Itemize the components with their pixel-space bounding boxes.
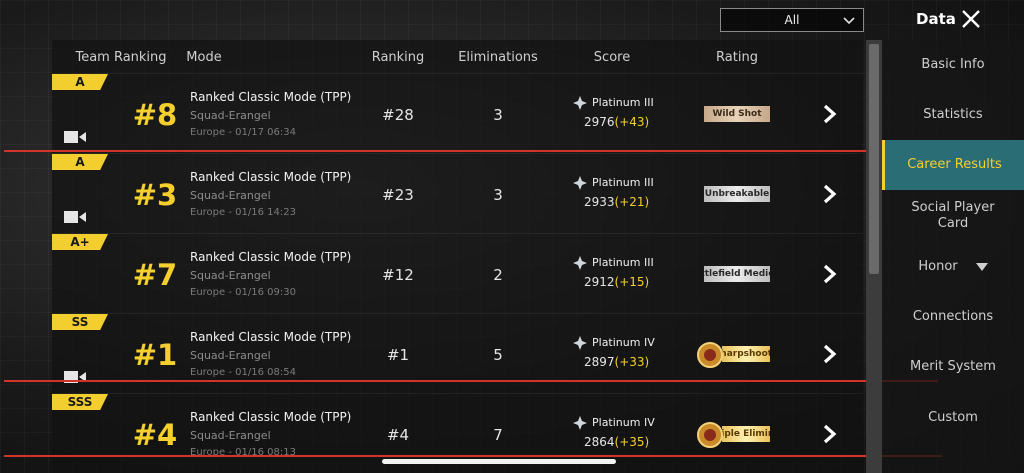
table-row[interactable]: A #3 Ranked Classic Mode (TPP) Squad-Era…: [52, 153, 863, 233]
tier-label: Platinum IV: [592, 336, 655, 349]
tier-label: Platinum III: [592, 176, 654, 189]
chevron-down-icon: [843, 17, 855, 25]
map-name: Squad-Erangel: [190, 189, 271, 202]
sidebar-item-merit-system[interactable]: Merit System: [882, 342, 1024, 392]
header-eliminations: Eliminations: [458, 50, 538, 65]
team-rank: #4: [132, 418, 178, 452]
ranking-value: #23: [382, 186, 414, 204]
rating-badge: Triple Elimina: [722, 426, 770, 442]
annotation-line: [4, 150, 942, 152]
tier-icon: [573, 336, 587, 350]
video-replay-icon[interactable]: [64, 210, 86, 224]
score-value: 2864(+35): [584, 435, 650, 449]
rating-badge: Sharpshoote: [722, 346, 770, 362]
score-delta: (+35): [614, 435, 650, 449]
team-rank: #7: [132, 258, 178, 292]
annotation-line: [4, 455, 942, 457]
sidebar-item-career-results[interactable]: Career Results: [882, 140, 1024, 190]
mode-title: Ranked Classic Mode (TPP): [190, 170, 352, 184]
chevron-right-icon[interactable]: [822, 264, 838, 284]
tier-icon: [573, 416, 587, 430]
tier-label: Platinum IV: [592, 416, 655, 429]
grade-badge: SSS: [52, 394, 108, 410]
table-header: Team Ranking Mode Ranking Eliminations S…: [52, 40, 863, 73]
grade-badge: A+: [52, 234, 108, 250]
eliminations-value: 3: [493, 106, 503, 124]
rating-badge: ttlefield Medic: [704, 266, 770, 282]
score-value: 2897(+33): [584, 355, 650, 369]
match-date: Europe - 01/16 14:23: [190, 207, 296, 218]
match-date: Europe - 01/17 06:34: [190, 127, 296, 138]
mode-title: Ranked Classic Mode (TPP): [190, 410, 352, 424]
page-title: Data: [916, 10, 956, 28]
header-score: Score: [593, 50, 631, 65]
video-replay-icon[interactable]: [64, 130, 86, 144]
sidebar-item-honor[interactable]: Honor: [882, 242, 1024, 292]
ranking-value: #4: [386, 426, 410, 444]
ranking-value: #12: [382, 266, 414, 284]
chevron-right-icon[interactable]: [822, 344, 838, 364]
score-value: 2912(+15): [584, 275, 650, 289]
eliminations-value: 2: [493, 266, 503, 284]
tier-label: Platinum III: [592, 96, 654, 109]
eliminations-value: 5: [493, 346, 503, 364]
medal-icon: [697, 422, 723, 448]
table-row[interactable]: A+ #7 Ranked Classic Mode (TPP) Squad-Er…: [52, 233, 863, 313]
chevron-right-icon[interactable]: [822, 424, 838, 444]
header-ranking: Ranking: [371, 50, 425, 65]
team-rank: #3: [132, 178, 178, 212]
sidebar-item-basic-info[interactable]: Basic Info: [882, 40, 1024, 90]
team-rank: #1: [132, 338, 178, 372]
eliminations-value: 3: [493, 186, 503, 204]
grade-badge: SS: [52, 314, 108, 330]
match-date: Europe - 01/16 09:30: [190, 287, 296, 298]
header-rating: Rating: [716, 50, 758, 65]
chevron-right-icon[interactable]: [822, 184, 838, 204]
filter-value: All: [784, 13, 800, 27]
table-row[interactable]: A #8 Ranked Classic Mode (TPP) Squad-Era…: [52, 73, 863, 153]
eliminations-value: 7: [493, 426, 503, 444]
annotation-line: [4, 380, 938, 382]
score-value: 2976(+43): [584, 115, 650, 129]
sidebar-item-custom[interactable]: Custom: [882, 393, 1024, 443]
map-name: Squad-Erangel: [190, 349, 271, 362]
score-delta: (+21): [614, 195, 650, 209]
score-value: 2933(+21): [584, 195, 650, 209]
mode-title: Ranked Classic Mode (TPP): [190, 250, 352, 264]
score-delta: (+43): [614, 115, 650, 129]
grade-badge: A: [52, 74, 108, 90]
mode-filter-dropdown[interactable]: All: [720, 8, 864, 32]
team-rank: #8: [132, 98, 178, 132]
match-date: Europe - 01/16 08:54: [190, 367, 296, 378]
map-name: Squad-Erangel: [190, 269, 271, 282]
tier-icon: [573, 176, 587, 190]
scrollbar-thumb[interactable]: [869, 44, 879, 274]
ranking-value: #28: [382, 106, 414, 124]
rating-badge: Wild Shot: [704, 106, 770, 122]
header-mode: Mode: [186, 50, 222, 65]
map-name: Squad-Erangel: [190, 429, 271, 442]
rating-badge: Unbreakable: [704, 186, 770, 202]
tier-label: Platinum III: [592, 256, 654, 269]
sidebar-item-statistics[interactable]: Statistics: [882, 90, 1024, 140]
sidebar-item-connections[interactable]: Connections: [882, 292, 1024, 342]
map-name: Squad-Erangel: [190, 109, 271, 122]
tier-icon: [573, 256, 587, 270]
medal-icon: [697, 342, 723, 368]
chevron-right-icon[interactable]: [822, 104, 838, 124]
home-indicator[interactable]: [382, 459, 616, 464]
close-icon[interactable]: [960, 8, 982, 30]
mode-title: Ranked Classic Mode (TPP): [190, 330, 352, 344]
ranking-value: #1: [386, 346, 410, 364]
score-delta: (+33): [614, 355, 650, 369]
score-delta: (+15): [614, 275, 650, 289]
mode-title: Ranked Classic Mode (TPP): [190, 90, 352, 104]
tier-icon: [573, 96, 587, 110]
grade-badge: A: [52, 154, 108, 170]
caret-down-icon: [975, 263, 988, 271]
header-team-ranking: Team Ranking: [75, 50, 167, 65]
sidebar-item-social-player-card[interactable]: Social Player Card: [882, 190, 1024, 242]
